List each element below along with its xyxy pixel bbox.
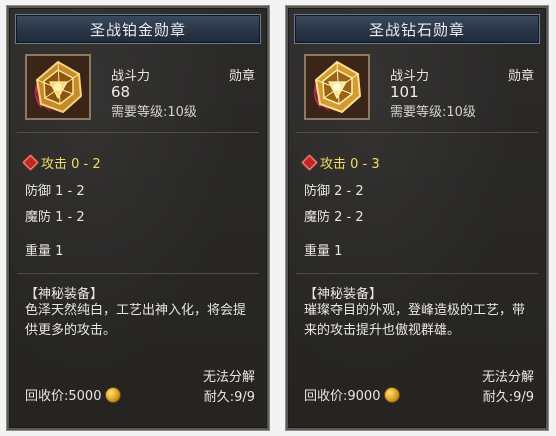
- gold-coin-icon: [105, 386, 122, 403]
- recycle-price: 回收价:5000: [25, 385, 122, 404]
- recycle-price-text: 回收价:5000: [25, 389, 102, 404]
- tooltip-title-bar: 圣战钻石勋章: [294, 14, 540, 44]
- item-tooltip-platinum-medal: 圣战铂金勋章 战斗力 勋章 68 需要等级:10级 攻击 0 - 2 防御 1 …: [7, 6, 269, 430]
- defense-stat: 防御 1 - 2: [25, 184, 85, 199]
- recycle-price: 回收价:9000: [304, 385, 401, 404]
- durability: 耐久:9/9: [482, 390, 534, 405]
- item-title: 圣战钻石勋章: [368, 20, 465, 39]
- description-title: 【神秘装备】: [25, 287, 104, 302]
- level-requirement: 需要等级:10级: [111, 105, 197, 120]
- defense-stat: 防御 2 - 2: [304, 184, 364, 199]
- attack-stat: 攻击 0 - 3: [301, 153, 380, 172]
- divider: [17, 132, 259, 133]
- power-label: 战斗力: [390, 69, 430, 84]
- attack-text: 攻击 0 - 3: [320, 157, 380, 172]
- divider: [296, 273, 538, 274]
- power-value: 101: [390, 83, 419, 101]
- divider: [296, 132, 538, 133]
- magic-defense-stat: 魔防 2 - 2: [304, 210, 364, 225]
- gold-coin-icon: [384, 386, 401, 403]
- attack-text: 攻击 0 - 2: [41, 157, 101, 172]
- medal-icon: [304, 54, 370, 120]
- description-body: 色泽天然纯白，工艺出神入化，将会提供更多的攻击。: [25, 303, 247, 338]
- weight-stat: 重量 1: [25, 244, 64, 259]
- item-category: 勋章: [228, 69, 255, 84]
- non-decomposable-label: 无法分解: [481, 370, 534, 385]
- weight-stat: 重量 1: [304, 244, 343, 259]
- power-value: 68: [111, 83, 131, 101]
- level-requirement: 需要等级:10级: [390, 105, 476, 120]
- non-decomposable-label: 无法分解: [202, 370, 255, 385]
- item-title: 圣战铂金勋章: [89, 20, 186, 39]
- description-title: 【神秘装备】: [304, 287, 383, 302]
- medal-icon: [25, 54, 91, 120]
- item-tooltip-diamond-medal: 圣战钻石勋章 战斗力 勋章 101 需要等级:10级 攻击 0 - 3 防御 2…: [286, 6, 548, 430]
- divider: [17, 273, 259, 274]
- red-gem-icon: [301, 154, 318, 171]
- description-body: 璀璨夺目的外观，登峰造极的工艺，带来的攻击提升也傲视群雄。: [304, 303, 526, 338]
- attack-stat: 攻击 0 - 2: [22, 153, 101, 172]
- durability: 耐久:9/9: [203, 390, 255, 405]
- tooltip-title-bar: 圣战铂金勋章: [15, 14, 261, 44]
- recycle-price-text: 回收价:9000: [304, 389, 381, 404]
- power-label: 战斗力: [111, 69, 151, 84]
- red-gem-icon: [22, 154, 39, 171]
- item-category: 勋章: [507, 69, 534, 84]
- magic-defense-stat: 魔防 1 - 2: [25, 210, 85, 225]
